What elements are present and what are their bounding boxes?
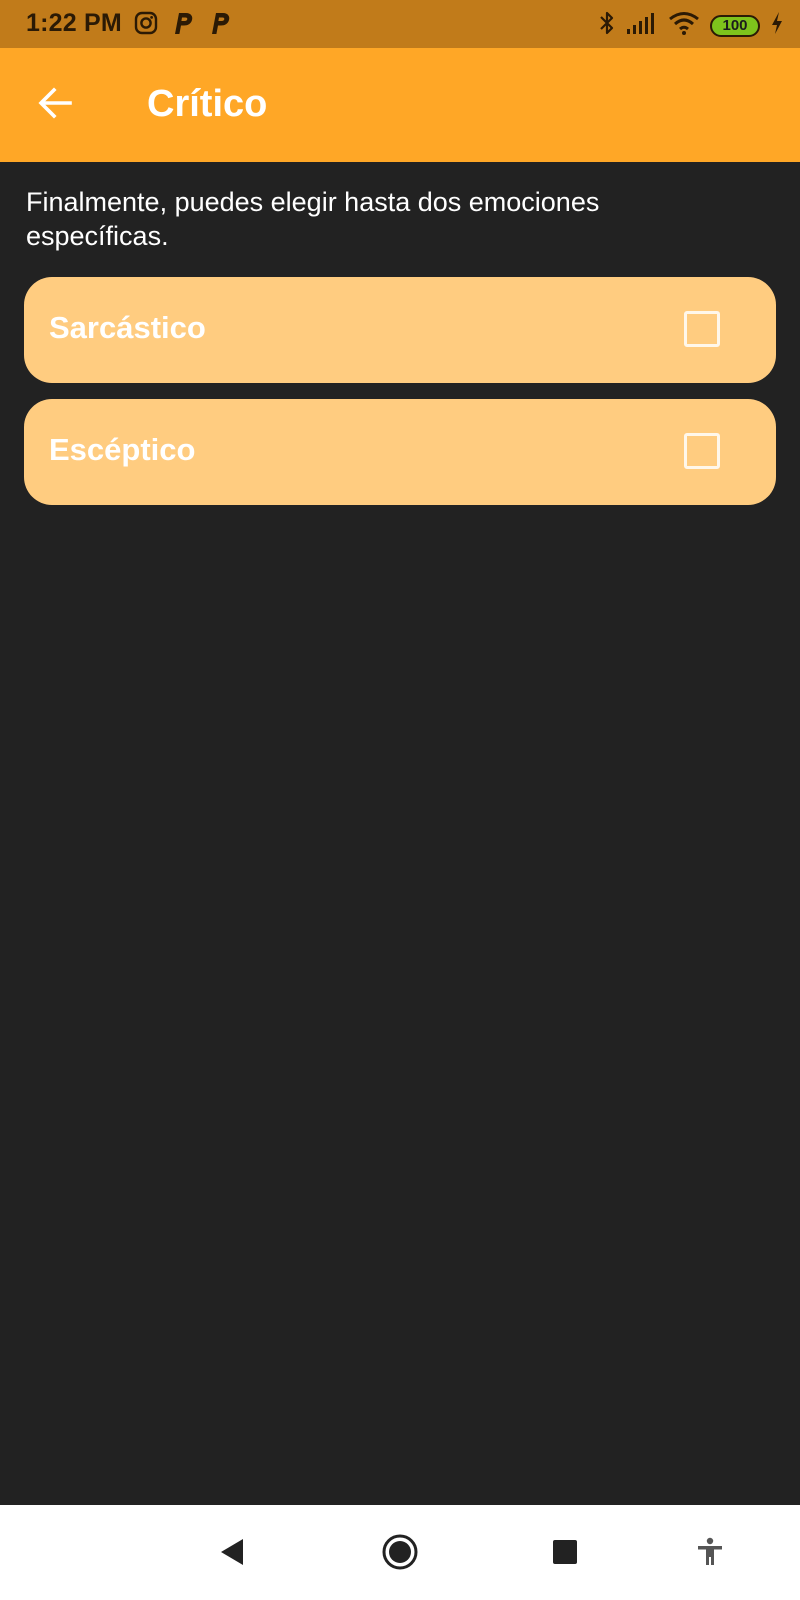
back-button[interactable]	[24, 74, 86, 136]
status-bar: 1:22 PM 100	[0, 0, 800, 48]
status-right-icons: 100	[598, 10, 784, 41]
status-left-icons	[134, 10, 232, 36]
nav-home-button[interactable]	[380, 1534, 420, 1574]
p-app-icon	[208, 10, 232, 36]
app-bar: Crítico	[0, 48, 800, 162]
home-circle-icon	[381, 1533, 419, 1576]
recents-square-icon	[552, 1539, 578, 1570]
accessibility-icon	[695, 1537, 725, 1572]
p-app-icon	[171, 10, 195, 36]
arrow-left-icon	[37, 85, 73, 126]
option-label: Escéptico	[49, 432, 196, 467]
page-title: Crítico	[147, 83, 268, 125]
bluetooth-icon	[598, 10, 616, 41]
navigation-bar	[0, 1505, 800, 1600]
nav-back-button[interactable]	[212, 1534, 252, 1574]
instagram-icon	[134, 11, 158, 35]
option-sarcastico[interactable]: Sarcástico	[24, 277, 776, 383]
wifi-icon	[668, 11, 700, 40]
battery-icon: 100	[710, 14, 760, 37]
option-checkbox[interactable]	[684, 433, 720, 469]
back-triangle-icon	[218, 1537, 246, 1572]
nav-accessibility-button[interactable]	[690, 1534, 730, 1574]
signal-icon	[626, 11, 658, 40]
option-label: Sarcástico	[49, 310, 206, 345]
nav-recents-button[interactable]	[545, 1534, 585, 1574]
status-time: 1:22 PM	[26, 9, 122, 37]
option-esceptico[interactable]: Escéptico	[24, 399, 776, 505]
option-checkbox[interactable]	[684, 311, 720, 347]
instruction-text: Finalmente, puedes elegir hasta dos emoc…	[26, 187, 600, 251]
battery-level: 100	[722, 17, 748, 34]
charging-icon	[770, 11, 784, 40]
